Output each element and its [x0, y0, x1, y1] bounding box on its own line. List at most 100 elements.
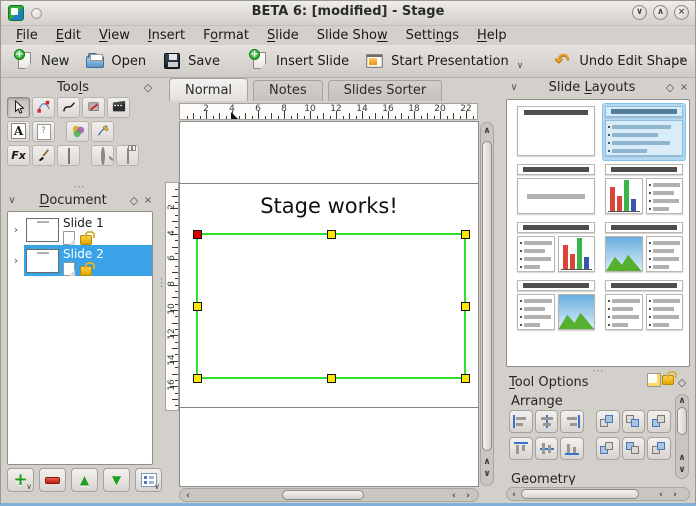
notes-tool-button[interactable]: ? [32, 121, 55, 142]
layout-title-image-bullets[interactable] [603, 220, 685, 276]
selection-handle[interactable] [327, 374, 336, 383]
vertical-scroll-thumb[interactable] [482, 141, 492, 451]
selection-handle[interactable] [193, 374, 202, 383]
align-center-h-button[interactable] [535, 410, 559, 433]
group-button[interactable] [647, 410, 671, 433]
selection-handle[interactable] [461, 302, 470, 311]
layout-title-chart-bullets[interactable] [603, 162, 685, 218]
save-button[interactable]: Save [154, 48, 228, 74]
align-center-v-button[interactable] [535, 437, 559, 460]
canvas-vertical-scrollbar[interactable]: ∧ ∧ ∨ [480, 122, 494, 486]
slide-row-body[interactable]: Slide 2 [24, 245, 152, 276]
menu-item-slide-show[interactable]: Slide Show [308, 27, 397, 44]
tool-options-vertical-scrollbar[interactable]: ∧ ∧ ∨ [675, 394, 689, 479]
vertical-scroll-thumb[interactable] [677, 407, 687, 435]
text-tool-button[interactable]: A [7, 121, 30, 142]
toolbar-overflow-arrow[interactable]: › [679, 53, 691, 68]
close-docker-icon[interactable]: × [141, 194, 155, 208]
shape-collection-tool-button[interactable] [66, 121, 89, 142]
scroll-up-arrow[interactable]: ∧ [481, 457, 493, 467]
menu-item-edit[interactable]: Edit [47, 27, 90, 44]
zoom-tool-button[interactable] [91, 145, 114, 166]
move-down-button[interactable]: ▼ [103, 468, 130, 492]
layout-title-two-bullets[interactable] [603, 278, 685, 334]
scroll-down-arrow[interactable]: ∨ [481, 469, 493, 479]
selection-handle[interactable] [461, 374, 470, 383]
tab-slides-sorter[interactable]: Slides Sorter [328, 80, 443, 101]
scroll-left-arrow[interactable]: ‹ [448, 491, 460, 501]
animation-tool-button[interactable] [107, 97, 130, 118]
layout-title-bullets-chart[interactable] [515, 220, 597, 276]
float-docker-icon[interactable]: ◇ [675, 376, 689, 390]
layout-title-subtitle[interactable] [515, 162, 597, 218]
close-docker-icon[interactable]: × [677, 81, 691, 95]
selection-handle[interactable] [193, 302, 202, 311]
new-button[interactable]: +New [7, 48, 77, 74]
insert-slide-button[interactable]: +Insert Slide [242, 48, 357, 74]
send-to-back-button[interactable] [622, 437, 646, 460]
dropdown-arrow-icon[interactable]: ∨ [26, 482, 32, 491]
path-edit-tool-button[interactable] [32, 97, 55, 118]
undo-edit-shape-button[interactable]: ↶Undo Edit Shape [545, 48, 695, 74]
dropdown-arrow-icon[interactable]: ∨ [154, 482, 160, 491]
scroll-right-arrow[interactable]: › [462, 491, 474, 501]
tab-notes[interactable]: Notes [253, 80, 323, 101]
menu-item-format[interactable]: Format [194, 27, 258, 44]
send-backward-button[interactable] [596, 437, 620, 460]
ink-pen-tool-button[interactable] [91, 121, 114, 142]
scroll-up-arrow[interactable]: ∧ [676, 453, 688, 463]
collapse-docker-icon[interactable]: ∨ [507, 81, 521, 95]
start-presentation-button[interactable]: Start Presentation∨ [357, 48, 531, 74]
slide-canvas[interactable]: Stage works! [179, 121, 479, 487]
freehand-path-tool-button[interactable] [57, 97, 80, 118]
horizontal-scroll-thumb[interactable] [282, 490, 364, 500]
scroll-right-arrow[interactable]: › [669, 490, 681, 500]
move-up-button[interactable]: ▲ [71, 468, 98, 492]
selected-shape-outline[interactable] [196, 233, 466, 379]
slide-row-body[interactable]: Slide 1 [24, 214, 152, 245]
float-docker-icon[interactable]: ◇ [663, 81, 677, 95]
menu-item-view[interactable]: View [90, 27, 139, 44]
expander-icon[interactable]: › [8, 214, 24, 245]
lock-icon[interactable] [661, 375, 675, 390]
left-dock-splitter[interactable]: ⋮ [156, 281, 164, 285]
scroll-up-arrow[interactable]: ∧ [676, 396, 688, 406]
effects-tool-button[interactable]: Fx [7, 145, 30, 166]
tab-normal[interactable]: Normal [169, 78, 248, 101]
note-icon[interactable] [647, 373, 661, 392]
dropdown-arrow-icon[interactable]: ∨ [517, 61, 524, 71]
menu-item-insert[interactable]: Insert [139, 27, 194, 44]
minimize-button[interactable]: ∨ [632, 5, 647, 20]
scroll-left-arrow[interactable]: ‹ [182, 491, 194, 501]
scroll-down-arrow[interactable]: ∨ [676, 465, 688, 475]
float-docker-icon[interactable]: ◇ [127, 194, 141, 208]
delete-slide-button[interactable] [39, 468, 66, 492]
scroll-up-arrow[interactable]: ∧ [481, 126, 493, 136]
align-right-button[interactable] [560, 410, 584, 433]
menu-item-file[interactable]: File [7, 27, 47, 44]
layout-title-only[interactable] [515, 104, 597, 160]
view-mode-button[interactable]: ∨ [135, 468, 162, 492]
tools-document-splitter[interactable]: ⋯ [1, 184, 159, 190]
scroll-left-arrow[interactable]: ‹ [655, 490, 667, 500]
stamp-tool-button[interactable] [82, 97, 105, 118]
layout-title-bullets-image[interactable] [515, 278, 597, 334]
scroll-left-arrow[interactable]: ‹ [508, 490, 520, 500]
menu-item-settings[interactable]: Settings [397, 27, 468, 44]
align-left-button[interactable] [509, 410, 533, 433]
pan-tool-button[interactable] [116, 145, 139, 166]
expander-icon[interactable]: › [8, 245, 24, 276]
bring-forward-button[interactable] [596, 410, 620, 433]
brush-tool-button[interactable] [32, 145, 55, 166]
tool-options-horizontal-scrollbar[interactable]: ‹ ‹ › [506, 487, 690, 501]
slide-list-item[interactable]: ›Slide 2 [8, 245, 152, 276]
add-slide-button[interactable]: +∨ [7, 468, 34, 492]
selection-origin-handle[interactable] [193, 230, 202, 239]
maximize-button[interactable]: ∧ [653, 5, 668, 20]
selection-handle[interactable] [327, 230, 336, 239]
right-dock-splitter[interactable]: ⋮ [691, 281, 696, 285]
align-top-button[interactable] [509, 437, 533, 460]
canvas-horizontal-scrollbar[interactable]: ‹ ‹ › [179, 488, 479, 502]
horizontal-scroll-thumb[interactable] [521, 489, 639, 499]
pointer-tool-button[interactable] [7, 97, 30, 118]
